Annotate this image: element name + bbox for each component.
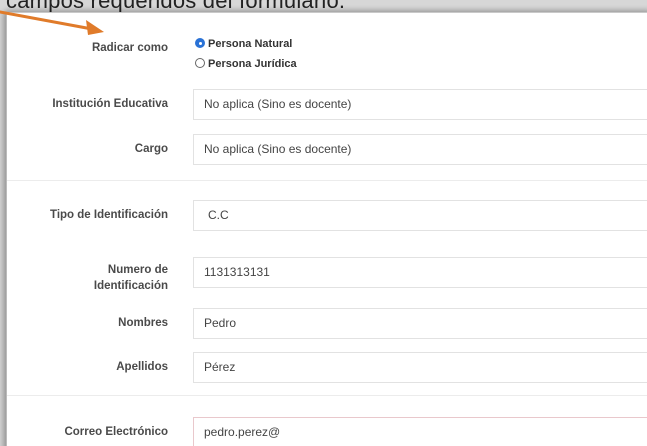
pointer-arrow-icon [0,10,104,35]
nombres-label: Nombres [118,317,168,329]
nombres-input[interactable]: Pedro [193,308,647,339]
tipo-id-label: Tipo de Identificación [50,209,168,221]
form-panel: Radicar como Persona Natural Persona Jur… [6,12,647,446]
radio-checked-icon[interactable] [195,38,205,48]
correo-input[interactable]: pedro.perez@ [193,417,647,446]
correo-label: Correo Electrónico [64,426,168,438]
radio-persona-juridica[interactable]: Persona Jurídica [195,57,297,71]
radio-unchecked-icon[interactable] [195,58,205,68]
radio-persona-juridica-label: Persona Jurídica [208,58,297,70]
institucion-label: Institución Educativa [52,98,168,110]
cargo-input[interactable]: No aplica (Sino es docente) [193,134,647,165]
numero-id-input[interactable]: 1131313131 [193,257,647,288]
apellidos-input[interactable]: Pérez [193,352,647,383]
institucion-input[interactable]: No aplica (Sino es docente) [193,89,647,120]
section-divider [7,180,647,181]
tipo-id-select[interactable]: C.C [193,200,647,231]
section-divider [7,395,647,396]
apellidos-label: Apellidos [116,361,168,373]
cargo-label: Cargo [134,143,168,155]
numero-id-label-2: Identificación [93,280,168,292]
radio-persona-natural[interactable]: Persona Natural [195,37,292,51]
radio-persona-natural-label: Persona Natural [208,38,293,50]
numero-id-label-1: Numero de [107,264,168,276]
